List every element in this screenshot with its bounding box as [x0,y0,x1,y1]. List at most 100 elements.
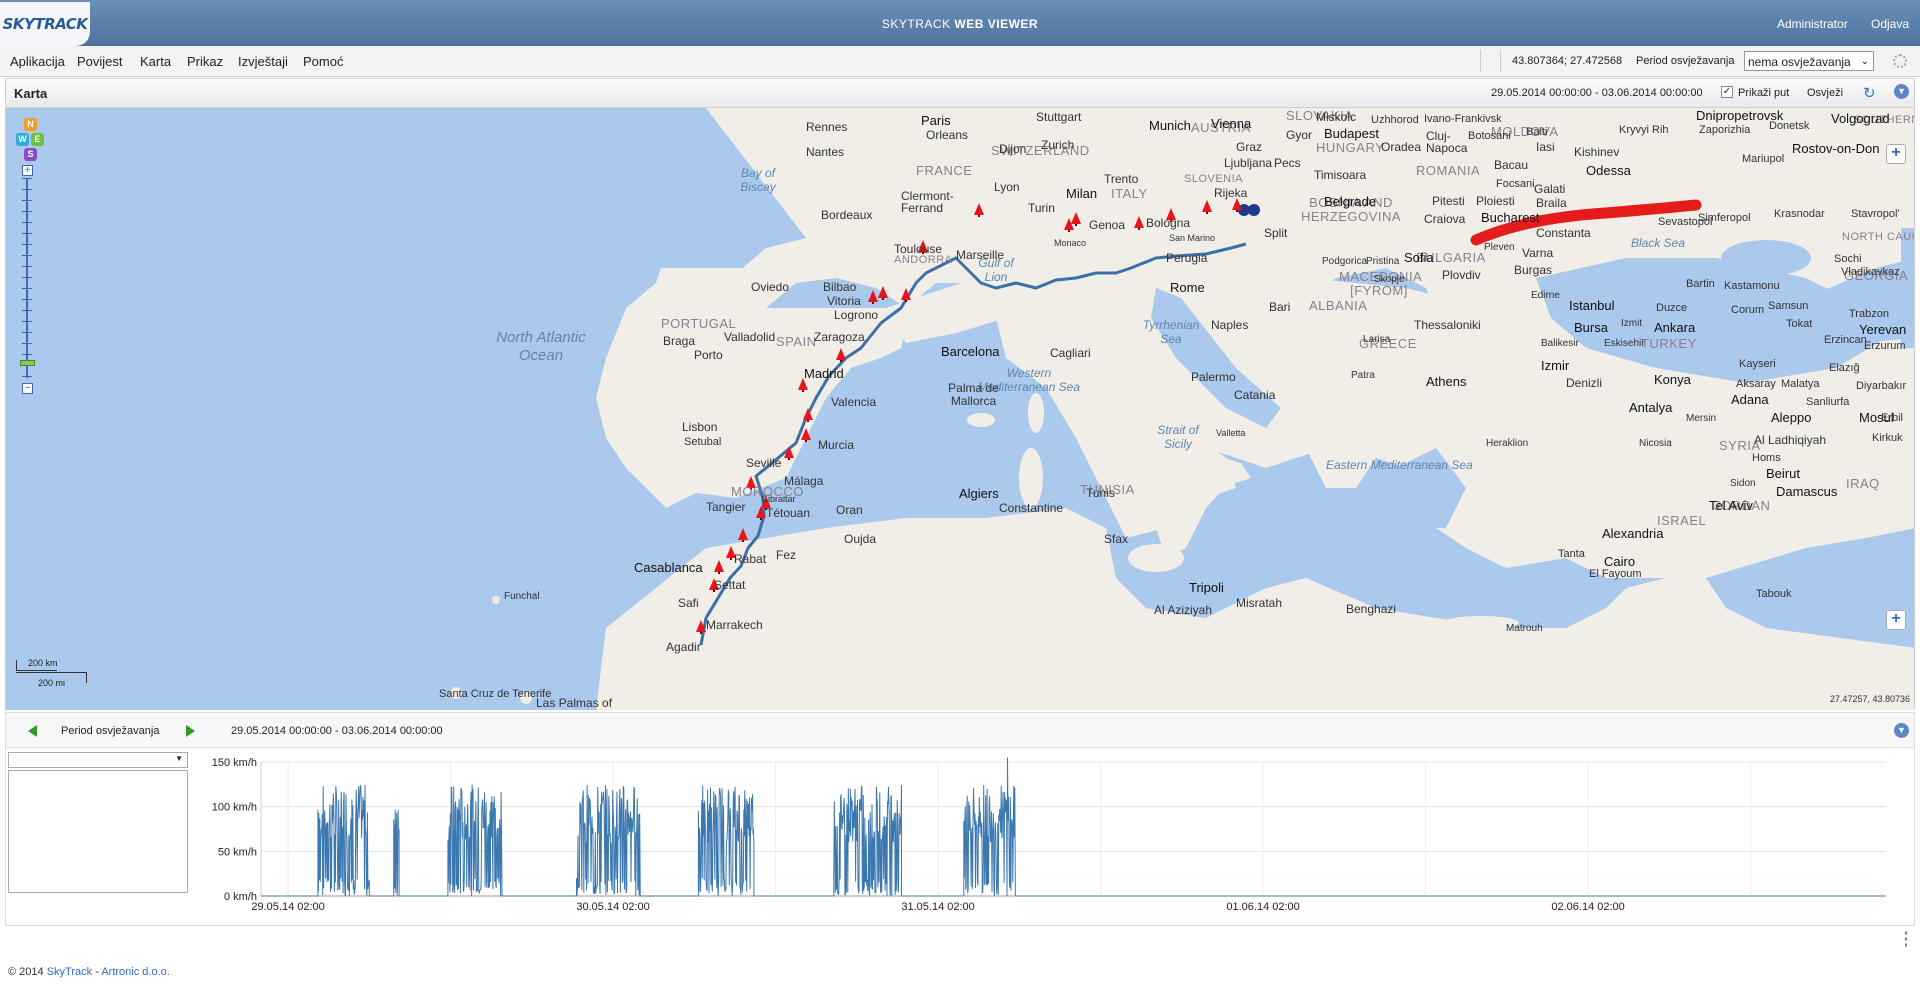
chevron-down-icon: ⌄ [1860,56,1869,67]
menu-povijest[interactable]: Povijest [77,54,123,69]
city-label: Varna [1522,246,1554,260]
city-label: Benghazi [1346,602,1397,616]
city-label: Bari [1269,300,1291,314]
menu-izvjestaji[interactable]: Izvještaji [238,54,288,69]
pan-south-button[interactable]: S [24,148,37,161]
cursor-coordinates: 43.807364; 27.472568 [1512,55,1623,67]
city-label: Genoa [1089,218,1126,232]
city-label: Sidon [1730,478,1756,489]
route-stop-marker[interactable] [784,446,794,460]
x-tick-label: 01.06.14 02:00 [1226,901,1299,913]
country-label: PORTUGAL [661,316,737,331]
refresh-icon[interactable]: ↻ [1863,84,1879,102]
x-tick-label: 29.05.14 02:00 [251,901,324,913]
city-label: Kayseri [1739,358,1776,370]
map-date-range: 29.05.2014 00:00:00 - 03.06.2014 00:00:0… [1491,87,1703,99]
zoom-slider-track[interactable] [22,178,32,378]
menu-prikaz[interactable]: Prikaz [187,54,223,69]
city-label: Erbil [1881,412,1904,424]
pan-west-button[interactable]: W [16,133,29,146]
city-label: Cairo [1604,554,1636,569]
sea-label: Tyrrhenian Sea [1142,318,1200,346]
city-label: Sevastopol [1658,216,1713,228]
city-label: Balikesir [1541,338,1579,349]
route-stop-marker[interactable] [696,620,706,634]
route-stop-marker[interactable] [836,348,846,362]
refresh-period-select[interactable]: nema osvježavanja ⌄ [1744,51,1874,71]
vehicle-list[interactable] [8,770,188,893]
city-label: Corum [1731,304,1765,316]
route-stop-marker[interactable] [714,560,724,574]
overview-map-button[interactable]: + [1886,610,1906,630]
city-label: Krasnodar [1774,208,1825,220]
x-tick-label: 31.05.14 02:00 [901,901,974,913]
city-label: Uzhhorod [1371,114,1419,126]
map-panel-title: Karta [14,86,48,101]
previous-period-button[interactable] [28,725,37,737]
city-label: Burgas [1514,263,1553,277]
route-stop-marker[interactable] [803,408,813,422]
route-stop-marker[interactable] [1071,212,1081,226]
route-stop-marker[interactable] [738,528,748,542]
city-label: Stavropol' [1851,208,1900,220]
city-label: Galati [1534,182,1566,196]
city-label: Braga [663,334,696,348]
layer-switcher-button[interactable]: + [1886,144,1906,164]
zoom-slider-handle[interactable] [20,360,35,366]
city-label: Duzce [1656,302,1688,314]
collapse-map-icon[interactable]: ▼ [1894,84,1909,99]
route-stop-marker[interactable] [974,203,984,217]
city-label: Braila [1536,196,1567,210]
city-label: Oradea [1381,140,1422,154]
resize-handle-icon[interactable] [1904,930,1908,948]
city-label: Funchal [504,591,540,602]
city-label: Balti [1526,126,1548,138]
city-label: Pristina [1366,256,1400,267]
skytrack-link[interactable]: SkyTrack [47,966,92,978]
pan-north-button[interactable]: N [24,118,37,131]
refresh-button[interactable]: Osvježi [1807,87,1843,99]
city-label: Bacau [1494,158,1529,172]
city-label: Toulouse [894,242,943,256]
country-label: FRANCE [916,163,973,178]
menu-aplikacija[interactable]: Aplikacija [10,54,65,69]
map-view[interactable]: FRANCE SWITZERLAND ITALY AUSTRIA SLOVAKI… [5,108,1915,710]
city-label: Gibraltar [761,494,796,504]
city-label: Athens [1426,374,1467,389]
speed-chart-panel: ▼ 150 km/h 100 km/h 50 km/h 0 km/h 29.05.14 … [5,748,1915,926]
city-label: Málaga [784,474,824,488]
city-label: Al Aziziyah [1154,603,1213,617]
route-stop-marker[interactable] [1202,200,1212,214]
city-label: Oran [836,503,863,517]
city-label: Larisa [1363,334,1391,345]
city-label: Mariupol [1742,153,1785,165]
route-stop-marker[interactable] [901,288,911,302]
city-label: Izmit [1621,318,1643,329]
city-label: Misratah [1236,596,1283,610]
speed-series-line [261,757,1886,897]
city-label: Tabouk [1756,588,1792,600]
city-label: Tétouan [766,506,811,520]
speed-period-label: Period osvježavanja [61,725,160,737]
city-label: Oviedo [751,280,790,294]
next-period-button[interactable] [186,725,195,737]
route-stop-marker[interactable] [1134,216,1144,230]
pan-east-button[interactable]: E [31,133,44,146]
show-path-checkbox[interactable]: ✓ [1721,86,1733,98]
route-stop-marker[interactable] [868,290,878,304]
menu-pomoc[interactable]: Pomoć [303,54,343,69]
zoom-in-button[interactable]: + [22,165,33,176]
logout-link[interactable]: Odjava [1871,17,1909,31]
collapse-chart-icon[interactable]: ▼ [1894,723,1909,738]
artronic-link[interactable]: Artronic d.o.o. [101,966,169,978]
city-label: Dijon [999,142,1027,156]
route-stop-marker[interactable] [878,286,888,300]
city-label: Aleppo [1771,410,1812,425]
route-stop-marker[interactable] [801,428,811,442]
city-label: Bologna [1146,216,1191,230]
user-link[interactable]: Administrator [1777,17,1848,31]
menu-karta[interactable]: Karta [140,54,171,69]
vehicle-select[interactable]: ▼ [8,752,188,768]
zoom-out-button[interactable]: − [22,383,33,394]
divider [1480,50,1481,72]
